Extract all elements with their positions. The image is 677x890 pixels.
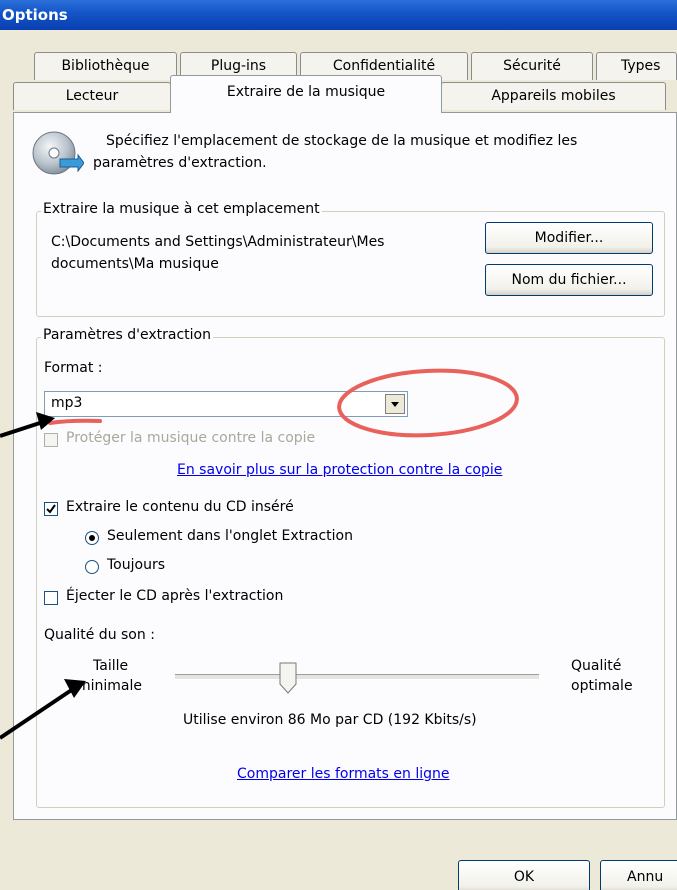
eject-cd-label: Éjecter le CD après l'extraction [66, 588, 284, 604]
modify-button[interactable]: Modifier... [485, 222, 653, 254]
format-value: mp3 [51, 395, 83, 411]
rip-cd-label: Extraire le contenu du CD inséré [66, 499, 294, 515]
extraction-settings-group: Paramètres d'extraction Format : mp3 Pro… [36, 327, 665, 808]
tab-extraire-musique[interactable]: Extraire de la musique [170, 75, 442, 113]
ok-button[interactable]: OK [458, 860, 590, 890]
quality-min-line1: Taille [93, 658, 129, 674]
quality-max-line2: optimale [571, 678, 633, 694]
copy-protect-checkbox[interactable] [44, 433, 58, 447]
tab-appareils-mobiles[interactable]: Appareils mobiles [441, 82, 666, 110]
location-path-line2: documents\Ma musique [51, 256, 219, 272]
radio-only-tab[interactable] [85, 531, 99, 545]
cancel-button[interactable]: Annu [600, 860, 677, 890]
compare-formats-link[interactable]: Comparer les formats en ligne [237, 766, 450, 782]
location-path-line1: C:\Documents and Settings\Administrateur… [51, 234, 385, 250]
checkmark-icon [46, 504, 56, 514]
format-select[interactable]: mp3 [44, 391, 408, 417]
quality-min-line2: minimale [77, 678, 143, 694]
location-group: Extraire la musique à cet emplacement C:… [36, 201, 665, 317]
intro-text-line1: Spécifiez l'emplacement de stockage de l… [106, 133, 578, 149]
tab-types[interactable]: Types [596, 52, 677, 80]
tab-lecteur[interactable]: Lecteur [13, 82, 171, 110]
filename-button[interactable]: Nom du fichier... [485, 264, 653, 296]
radio-always-label: Toujours [107, 557, 165, 573]
rip-cd-checkbox[interactable] [44, 502, 58, 516]
chevron-down-icon [391, 402, 399, 407]
tab-bibliotheque[interactable]: Bibliothèque [34, 52, 177, 80]
location-group-legend: Extraire la musique à cet emplacement [41, 201, 322, 217]
quality-slider-thumb[interactable] [279, 662, 297, 694]
format-label: Format : [44, 360, 103, 376]
tab-securite[interactable]: Sécurité [471, 52, 593, 80]
dropdown-button[interactable] [385, 394, 405, 414]
radio-always[interactable] [85, 560, 99, 574]
copy-protect-label: Protéger la musique contre la copie [66, 430, 316, 446]
sound-quality-label: Qualité du son : [44, 627, 155, 643]
tab-panel: Spécifiez l'emplacement de stockage de l… [13, 112, 677, 820]
window-title: Options [0, 0, 677, 30]
radio-only-tab-label: Seulement dans l'onglet Extraction [107, 528, 353, 544]
options-dialog: Options Bibliothèque Plug-ins Confidenti… [0, 0, 677, 890]
extraction-settings-legend: Paramètres d'extraction [41, 327, 213, 343]
quality-slider-track[interactable] [175, 674, 539, 680]
intro-text-line2: paramètres d'extraction. [93, 155, 267, 171]
eject-cd-checkbox[interactable] [44, 591, 58, 605]
quality-info-text: Utilise environ 86 Mo par CD (192 Kbits/… [183, 712, 477, 728]
cd-rip-icon [32, 131, 84, 175]
quality-max-line1: Qualité [571, 658, 622, 674]
learn-more-copy-protection-link[interactable]: En savoir plus sur la protection contre … [177, 462, 502, 478]
